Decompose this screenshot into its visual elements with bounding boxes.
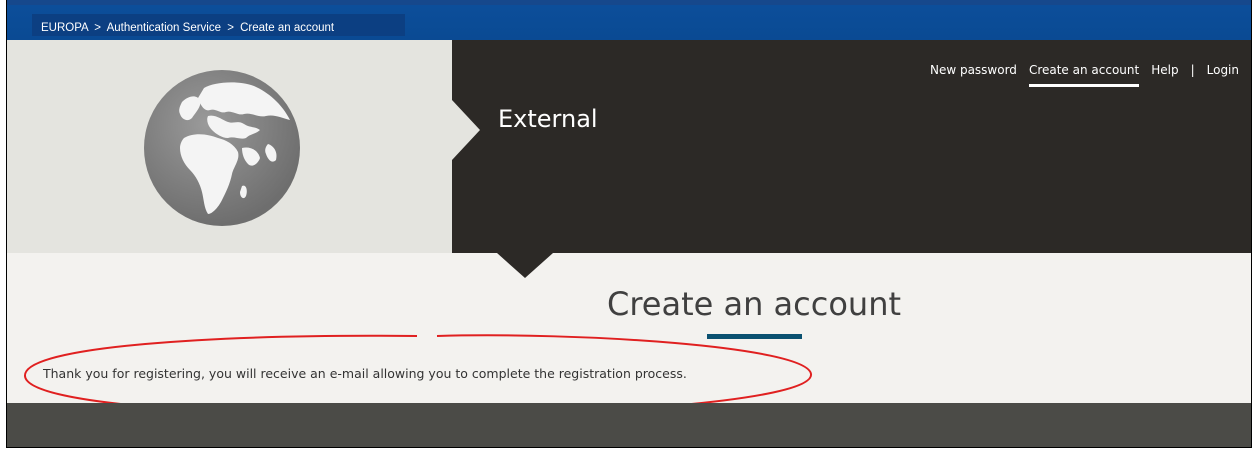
title-underline [707,334,802,339]
page-title: Create an account [606,285,902,323]
breadcrumb-item-create-account: Create an account [240,22,335,34]
header-down-arrow [497,253,553,278]
nav-login-link[interactable]: Login [1207,63,1239,77]
breadcrumb-separator: > [94,22,101,34]
globe-icon [144,70,300,226]
footer [7,403,1251,447]
registration-confirmation-message: Thank you for registering, you will rece… [43,366,687,381]
nav-separator: | [1190,63,1195,77]
breadcrumb-item-authentication-service[interactable]: Authentication Service [107,22,221,34]
site-name: External [498,105,598,133]
nav-new-password-link[interactable]: New password [930,63,1017,77]
page-frame: EUROPA > Authentication Service > Create… [6,0,1252,448]
header-notch-arrow [452,100,480,160]
nav-create-account-link[interactable]: Create an account [1028,63,1140,87]
breadcrumb-separator: > [227,22,234,34]
breadcrumb-item-europa[interactable]: EUROPA [41,22,88,34]
top-navigation: New password Create an account Help | Lo… [930,63,1239,87]
breadcrumb: EUROPA > Authentication Service > Create… [41,22,334,34]
nav-help-link[interactable]: Help [1151,63,1178,77]
